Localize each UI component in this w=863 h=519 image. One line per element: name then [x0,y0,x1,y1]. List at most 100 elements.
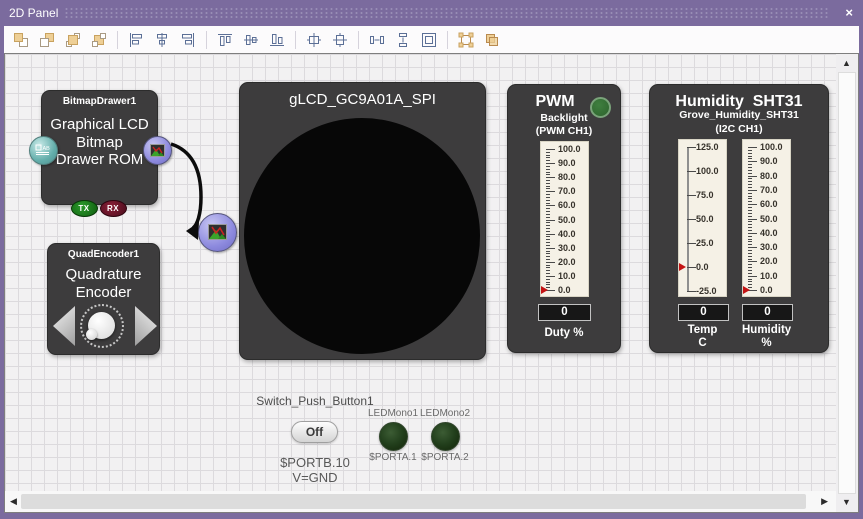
align-top-icon[interactable] [213,29,237,51]
gauge-tick [748,213,752,214]
center-horizontal-icon[interactable] [302,29,326,51]
gauge-tick-label: 75.0 [696,190,714,201]
gauge-tick [546,270,550,271]
vertical-scrollbar[interactable]: ▲ ▼ [836,54,858,512]
push-button[interactable]: Off [291,421,338,443]
component-id: BitmapDrawer1 [42,96,157,107]
component-label: Graphical LCD Bitmap Drawer ROM [42,116,157,169]
toolbar [4,26,859,53]
encoder-knob-pointer[interactable] [86,329,97,340]
gauge-tick-label: 30.0 [760,242,778,253]
gauge-tick [546,265,550,266]
scroll-up-icon[interactable]: ▲ [842,59,851,68]
temp-value[interactable]: 0 [678,304,729,321]
glcd-screen [244,118,480,354]
humidity-value[interactable]: 0 [742,304,793,321]
gauge-tick [748,276,757,277]
gauge-tick [546,157,550,158]
gauge-tick [546,267,550,268]
pwm-duty-value[interactable]: 0 [538,304,591,321]
titlebar[interactable]: 2D Panel × [0,0,863,26]
component-bitmap-drawer[interactable]: BitmapDrawer1 Graphical LCD Bitmap Drawe… [41,90,158,205]
gauge-tick [748,230,752,231]
image-output-port[interactable] [143,136,172,165]
text-input-port[interactable]: AB [29,136,58,165]
gauge-tick [546,177,555,178]
toolbar-divider [206,31,207,49]
gauge-tick [546,242,550,243]
humidity-subtitle: Grove_Humidity_SHT31 [650,109,828,121]
gauge-tick [546,183,550,184]
align-middle-icon[interactable] [239,29,263,51]
gauge-tick [546,217,550,218]
gauge-tick [748,253,752,254]
gauge-tick [687,171,696,172]
gauge-tick-label: 20.0 [558,257,576,268]
gauge-tick [748,204,757,205]
component-pwm[interactable]: PWM Backlight (PWM CH1) 100.090.080.070.… [507,84,621,353]
group-icon[interactable] [454,29,478,51]
center-vertical-icon[interactable] [328,29,352,51]
image-icon [208,224,227,240]
gauge-tick [748,198,752,199]
gauge-tick [748,187,752,188]
gauge-tick [546,236,550,237]
align-right-icon[interactable] [176,29,200,51]
gauge-tick [748,239,752,240]
component-glcd[interactable]: gLCD_GC9A01A_SPI [239,82,486,360]
encoder-increment-arrow-icon[interactable] [135,306,157,346]
bring-forward-icon[interactable] [9,29,33,51]
space-across-icon[interactable] [365,29,389,51]
component-quad-encoder[interactable]: QuadEncoder1 Quadrature Encoder [47,243,160,355]
scroll-left-icon[interactable]: ◀ [10,497,17,506]
gauge-tick-label: 25.0 [696,238,714,249]
send-backward-icon[interactable] [35,29,59,51]
gauge-tick [546,172,550,173]
gauge-tick [687,195,696,196]
encoder-decrement-arrow-icon[interactable] [53,306,75,346]
glcd-image-port[interactable] [198,213,237,252]
gauge-tick-label: 60.0 [558,200,576,211]
align-bottom-icon[interactable] [265,29,289,51]
send-to-back-icon[interactable] [87,29,111,51]
panel-canvas[interactable]: BitmapDrawer1 Graphical LCD Bitmap Drawe… [5,54,836,491]
gauge-tick [748,181,752,182]
gauge-tick [546,152,550,153]
gauge-tick [546,245,550,246]
scroll-down-icon[interactable]: ▼ [842,498,851,507]
gauge-tick [546,279,550,280]
gauge-tick [546,166,550,167]
horizontal-scroll-thumb[interactable] [21,494,806,509]
bring-to-front-icon[interactable] [61,29,85,51]
gauge-tick [748,221,752,222]
temp-caption: Temp [678,324,727,336]
gauge-tick [687,147,696,148]
gauge-tick [748,158,752,159]
scroll-right-icon[interactable]: ▶ [821,497,828,506]
component-humidity[interactable]: Humidity SHT31 Grove_Humidity_SHT31 (I2C… [649,84,829,353]
led1 [379,422,408,451]
image-icon [150,144,165,157]
space-down-icon[interactable] [391,29,415,51]
component-label: Quadrature Encoder [48,266,159,301]
gauge-pointer-icon [541,286,548,294]
gauge-tick [546,188,550,189]
gauge-tick [687,243,696,244]
gauge-tick [687,291,696,292]
humidity-caption: Humidity [742,324,791,336]
horizontal-scrollbar[interactable]: ◀ ▶ [5,491,836,512]
gauge-tick [748,281,752,282]
align-left-icon[interactable] [124,29,148,51]
humidity-gauge: 100.090.080.070.060.050.040.030.020.010.… [742,139,791,297]
gauge-tick [546,214,550,215]
same-size-icon[interactable] [417,29,441,51]
ungroup-icon[interactable] [480,29,504,51]
gauge-tick-label: 70.0 [558,186,576,197]
close-icon[interactable]: × [845,5,853,20]
text-lcd-icon: AB [35,144,51,156]
tx-indicator: TX [71,200,98,217]
gauge-pointer-icon [743,286,750,294]
align-center-icon[interactable] [150,29,174,51]
vertical-scroll-thumb[interactable] [838,72,856,494]
gauge-tick [687,219,696,220]
